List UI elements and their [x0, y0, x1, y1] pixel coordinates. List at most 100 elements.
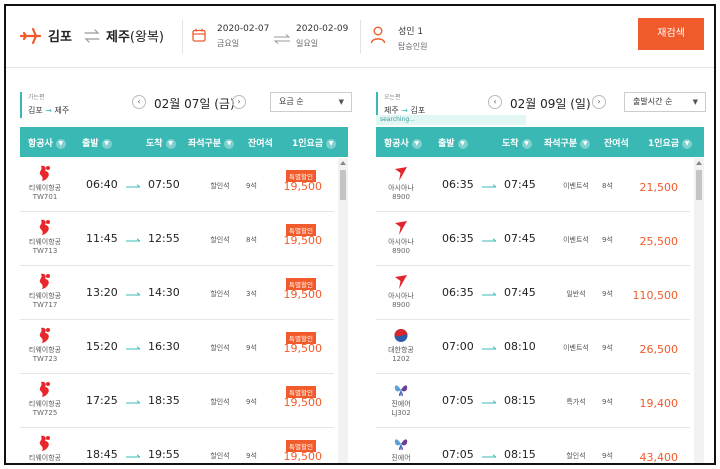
- inbound-sort-value: 출발시간 순: [633, 97, 673, 106]
- fare-price[interactable]: 43,400: [640, 451, 679, 463]
- col-departure[interactable]: 출발 ▼: [438, 136, 468, 149]
- fare-price[interactable]: 19,500: [284, 342, 323, 355]
- col-price[interactable]: 1인요금 ▼: [292, 136, 337, 149]
- remaining-seats: 3석: [246, 290, 257, 298]
- tway-logo-icon: [39, 435, 50, 451]
- col-airline[interactable]: 항공사 ▼: [28, 136, 66, 149]
- search-status-bar: searching...: [376, 115, 526, 125]
- inbound-date: 02월 09일 (일): [510, 97, 591, 111]
- fare-price[interactable]: 110,500: [633, 289, 679, 302]
- col-price[interactable]: 1인요금 ▼: [648, 136, 693, 149]
- outbound-title: 가는편 김포 → 제주: [20, 92, 69, 118]
- chevron-down-icon: ▼: [580, 139, 591, 149]
- col-remaining-label: 잔여석: [248, 139, 273, 149]
- outbound-route-from: 김포: [28, 106, 43, 115]
- scroll-up-arrow-icon[interactable]: [340, 161, 346, 165]
- flight-row[interactable]: 티웨이항공 TW725 17:25 18:35 할인석 9석 특별할인 19,500: [20, 374, 334, 428]
- departure-time: 06:35: [442, 286, 474, 299]
- col-departure[interactable]: 출발 ▼: [82, 136, 112, 149]
- flight-row[interactable]: 티웨이항공 TW723 15:20 16:30 할인석 9석 특별할인 19,500: [20, 320, 334, 374]
- passenger-field[interactable]: 성인 1 탑승인원: [398, 24, 427, 52]
- flight-number: TW725: [32, 409, 58, 417]
- arrival-time: 08:15: [504, 448, 536, 461]
- outbound-scrollbar[interactable]: [338, 158, 348, 463]
- fare-price[interactable]: 19,500: [284, 180, 323, 193]
- flight-number: TW701: [32, 193, 58, 201]
- date-range-arrows-icon: [273, 34, 291, 44]
- seat-class: 할인석: [210, 236, 230, 244]
- fare-price[interactable]: 25,500: [640, 235, 679, 248]
- seat-class: 일반석: [566, 290, 586, 298]
- col-price-label: 1인요금: [648, 139, 680, 149]
- scroll-thumb[interactable]: [696, 170, 702, 200]
- fare-price[interactable]: 19,500: [284, 396, 323, 409]
- departure-time: 07:05: [442, 394, 474, 407]
- airline-name: 티웨이항공: [28, 400, 62, 408]
- scroll-up-arrow-icon[interactable]: [696, 161, 702, 165]
- flight-row[interactable]: 티웨이항공 TW713 11:45 12:55 할인석 8석 특별할인 19,500: [20, 212, 334, 266]
- prev-date-button[interactable]: ‹: [488, 95, 502, 109]
- fare-price[interactable]: 26,500: [640, 343, 679, 356]
- flight-row[interactable]: 티웨이항공 TW701 06:40 07:50 할인석 9석 특별할인 19,500: [20, 158, 334, 212]
- flight-row[interactable]: 티웨이항공 TW717 13:20 14:30 할인석 3석 특별할인 19,500: [20, 266, 334, 320]
- swap-arrows-icon: [84, 29, 100, 43]
- fare-price[interactable]: 19,500: [284, 288, 323, 301]
- inbound-route-to: 김포: [410, 106, 426, 115]
- inbound-scrollbar[interactable]: [694, 158, 704, 463]
- inbound-sort-select[interactable]: 출발시간 순 ▼: [624, 92, 706, 112]
- flight-row[interactable]: 티웨이항공 18:45 19:55 할인석 9석 특별할인 19,500: [20, 428, 334, 463]
- col-arrival[interactable]: 도착 ▼: [502, 136, 532, 149]
- next-date-button[interactable]: ›: [232, 95, 246, 109]
- jinair-logo-icon: [394, 439, 408, 450]
- chevron-down-icon: ▼: [55, 139, 66, 149]
- chevron-down-icon: ▼: [165, 139, 176, 149]
- jinair-logo-icon: [394, 385, 408, 396]
- outbound-sort-select[interactable]: 요금 순 ▼: [270, 92, 352, 112]
- arrival-time: 18:35: [148, 394, 180, 407]
- flight-row[interactable]: 진에어 07:05 08:15 할인석 9석 43,400: [376, 428, 690, 463]
- re-search-button[interactable]: 재검색: [638, 18, 704, 50]
- outbound-flight-list: 티웨이항공 TW701 06:40 07:50 할인석 9석 특별할인 19,500 티웨이항공…: [20, 158, 334, 463]
- remaining-seats: 9석: [602, 236, 613, 244]
- tway-logo-icon: [39, 327, 50, 343]
- arrival-time: 07:45: [504, 286, 536, 299]
- departure-time: 07:05: [442, 448, 474, 461]
- fare-price[interactable]: 21,500: [640, 181, 679, 194]
- flight-row[interactable]: 아시아나 8900 06:35 07:45 이벤트석 8석 21,500: [376, 158, 690, 212]
- asiana-logo-icon: [395, 167, 407, 181]
- flight-row[interactable]: 진에어 LJ302 07:05 08:15 특가석 9석 19,400: [376, 374, 690, 428]
- col-arrival[interactable]: 도착 ▼: [146, 136, 176, 149]
- flight-arrow-icon: [482, 238, 497, 242]
- scroll-thumb[interactable]: [340, 170, 346, 200]
- fare-price[interactable]: 19,500: [284, 450, 323, 463]
- flight-number: 8900: [392, 193, 410, 201]
- tway-logo-icon: [39, 381, 50, 397]
- arrival-time: 07:50: [148, 178, 180, 191]
- fare-price[interactable]: 19,500: [284, 234, 323, 247]
- col-seat-class[interactable]: 좌석구분 ▼: [188, 136, 235, 149]
- col-airline[interactable]: 항공사 ▼: [384, 136, 422, 149]
- next-date-button[interactable]: ›: [592, 95, 606, 109]
- flight-row[interactable]: 아시아나 8900 06:35 07:45 이벤트석 9석 25,500: [376, 212, 690, 266]
- flight-number: 8900: [392, 301, 410, 309]
- chevron-down-icon: ▼: [326, 139, 337, 149]
- outbound-label: 가는편: [28, 94, 45, 101]
- departure-time: 13:20: [86, 286, 118, 299]
- flight-row[interactable]: 아시아나 8900 06:35 07:45 일반석 9석 110,500: [376, 266, 690, 320]
- seat-class: 할인석: [210, 398, 230, 406]
- airline-name: 티웨이항공: [28, 346, 62, 354]
- return-date-field[interactable]: 2020-02-09 일요일: [296, 24, 348, 49]
- flight-arrow-icon: [482, 400, 497, 404]
- col-seat-class[interactable]: 좌석구분 ▼: [544, 136, 591, 149]
- arrival-time: 19:55: [148, 448, 180, 461]
- prev-date-button[interactable]: ‹: [132, 95, 146, 109]
- flight-number: TW713: [32, 247, 58, 255]
- flight-row[interactable]: 대한항공 1202 07:00 08:10 이벤트석 9석 26,500: [376, 320, 690, 374]
- flight-arrow-icon: [126, 184, 141, 188]
- route-arrow-icon: →: [401, 106, 408, 115]
- divider: [182, 20, 183, 54]
- flight-number: LJ302: [391, 409, 411, 417]
- depart-date-field[interactable]: 2020-02-07 금요일: [217, 24, 269, 49]
- fare-price[interactable]: 19,400: [640, 397, 679, 410]
- return-date: 2020-02-09: [296, 24, 349, 34]
